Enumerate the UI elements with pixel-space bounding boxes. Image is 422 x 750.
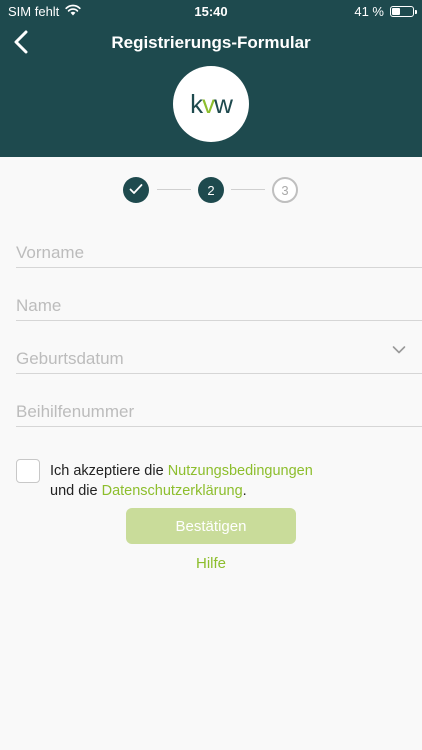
- progress-stepper: 2 3: [123, 177, 299, 203]
- chevron-down-icon[interactable]: [392, 342, 406, 360]
- terms-of-use-link[interactable]: Nutzungsbedingungen: [168, 463, 313, 479]
- battery-percent: 41 %: [354, 4, 384, 19]
- terms-middle: und die: [50, 483, 102, 499]
- confirm-button[interactable]: Bestätigen: [126, 508, 296, 544]
- help-link[interactable]: Hilfe: [0, 555, 422, 572]
- status-right: 41 %: [354, 4, 417, 19]
- aid-number-field: [16, 387, 422, 427]
- header-bar: SIM fehlt 15:40 41 % Registrierungs-Form…: [0, 0, 422, 157]
- aid-number-input[interactable]: [16, 387, 422, 426]
- birthdate-field: [16, 334, 422, 374]
- checkmark-icon: [129, 183, 143, 198]
- step-connector: [157, 189, 191, 190]
- terms-text: Ich akzeptiere die Nutzungsbedingungen u…: [50, 461, 313, 501]
- page-title: Registrierungs-Formular: [111, 33, 311, 52]
- privacy-policy-link[interactable]: Datenschutzerklärung: [102, 483, 243, 499]
- status-bar: SIM fehlt 15:40 41 %: [0, 0, 422, 22]
- terms-checkbox[interactable]: [16, 459, 40, 483]
- logo-text: kvw: [190, 88, 233, 119]
- battery-fill: [392, 8, 401, 15]
- step-2-active: 2: [198, 177, 224, 203]
- step-connector: [231, 189, 265, 190]
- terms-prefix: Ich akzeptiere die: [50, 463, 168, 479]
- step-1-done: [123, 177, 149, 203]
- step-3-pending: 3: [272, 177, 298, 203]
- last-name-field: [16, 281, 422, 321]
- birthdate-input[interactable]: [16, 334, 422, 373]
- first-name-input[interactable]: [16, 228, 422, 267]
- terms-suffix: .: [242, 483, 247, 499]
- battery-icon: [390, 6, 417, 17]
- last-name-input[interactable]: [16, 281, 422, 320]
- first-name-field: [16, 228, 422, 268]
- kvw-logo: kvw: [173, 66, 249, 142]
